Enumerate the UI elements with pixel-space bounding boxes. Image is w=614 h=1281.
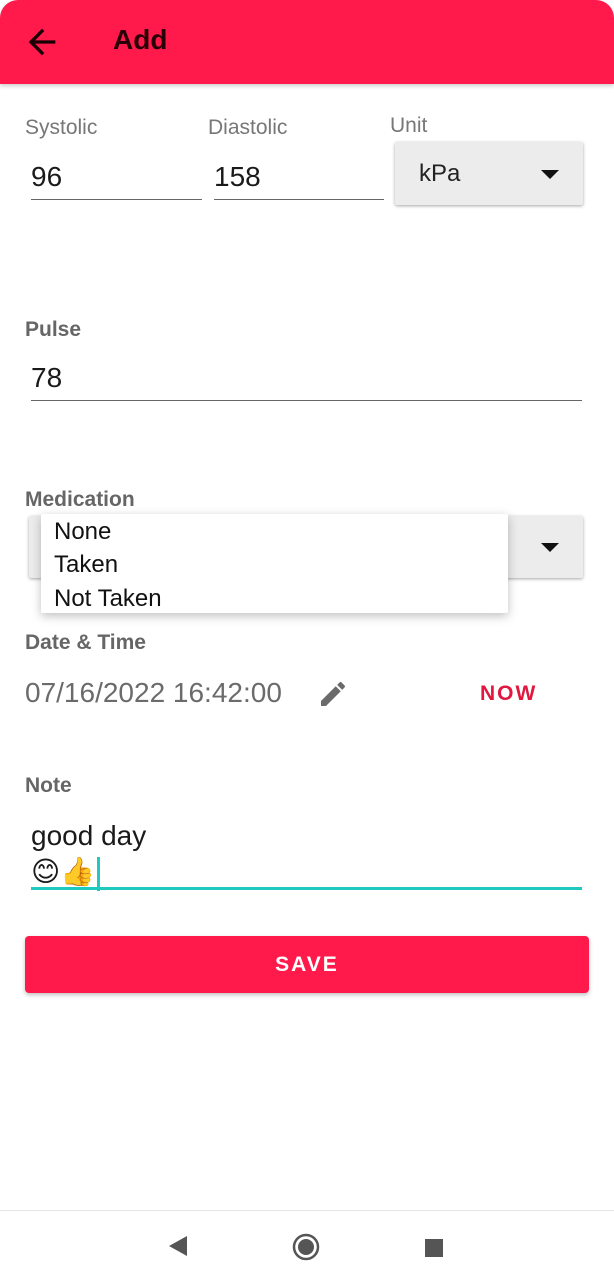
diastolic-underline: [214, 199, 384, 200]
date-time-label: Date & Time: [25, 631, 146, 654]
systolic-label: Systolic: [25, 116, 98, 139]
page-title: Add: [113, 24, 168, 55]
medication-options-menu: None Taken Not Taken: [41, 514, 508, 613]
pencil-icon[interactable]: [317, 678, 349, 710]
unit-dropdown[interactable]: kPa: [395, 142, 583, 205]
now-button[interactable]: NOW: [480, 682, 537, 706]
medication-option-none[interactable]: None: [54, 518, 111, 546]
save-button[interactable]: SAVE: [25, 936, 589, 993]
note-line-2: 😊👍: [31, 856, 96, 887]
date-time-value[interactable]: 07/16/2022 16:42:00: [25, 677, 282, 709]
system-nav-bar: [0, 1210, 614, 1281]
app-bar: Add: [0, 0, 614, 84]
pulse-label: Pulse: [25, 318, 82, 341]
medication-option-not-taken[interactable]: Not Taken: [54, 585, 162, 613]
diastolic-input[interactable]: 158: [214, 161, 261, 193]
medication-label: Medication: [25, 488, 135, 511]
dropdown-arrow-icon: [541, 169, 559, 179]
arrow-left-icon[interactable]: [22, 22, 62, 62]
diastolic-label: Diastolic: [208, 116, 288, 139]
note-line-1: good day: [31, 820, 147, 851]
unit-selected-value: kPa: [419, 160, 461, 187]
text-cursor: [97, 856, 101, 891]
square-recents-icon[interactable]: [425, 1239, 443, 1257]
systolic-underline: [31, 199, 202, 200]
unit-label: Unit: [390, 114, 428, 137]
pulse-underline: [31, 400, 582, 401]
note-underline-focused: [31, 887, 582, 890]
note-label: Note: [25, 774, 72, 797]
systolic-input[interactable]: 96: [31, 161, 62, 193]
dropdown-arrow-icon: [541, 543, 559, 552]
medication-option-taken[interactable]: Taken: [54, 551, 118, 579]
circle-home-icon[interactable]: [292, 1233, 320, 1261]
note-input[interactable]: good day 😊👍: [31, 818, 146, 891]
pulse-input[interactable]: 78: [31, 362, 62, 394]
triangle-back-icon[interactable]: [167, 1235, 189, 1257]
